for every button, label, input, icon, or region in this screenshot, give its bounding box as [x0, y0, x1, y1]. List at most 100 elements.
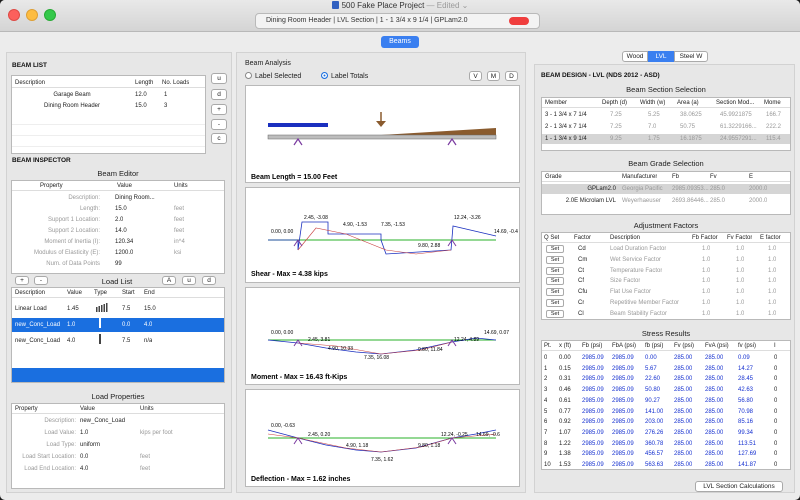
stress-row[interactable]: 4 0.61 2985.09 2985.09 90.27 285.00 285.00 56.8…	[542, 396, 790, 406]
zoom-window-button[interactable]	[44, 9, 56, 21]
load-row[interactable]: new_Conc_Load 4.0 7.5 n/a	[12, 334, 224, 348]
section-selection-table[interactable]: Member Depth (d) Width (w) Area (a) Sect…	[541, 97, 791, 151]
window-title-text: 500 Fake Place Project	[341, 1, 425, 10]
factor-row[interactable]: Set Cm Wet Service Factor 1.0 1.0 1.0	[542, 255, 790, 265]
load-row[interactable]: new_Conc_Load 1.0 0.0 4.0	[12, 318, 224, 332]
set-factor-button[interactable]: Set	[546, 309, 564, 318]
factor-code: Cr	[578, 300, 585, 306]
table-row[interactable]: Garage Beam 12.0 1	[12, 90, 205, 100]
property-row[interactable]: Support 2 Location: 14.0 feet	[12, 226, 224, 236]
beams-button[interactable]: Beams	[381, 36, 419, 48]
shear-toggle-button[interactable]: V	[469, 71, 482, 81]
load-list-table[interactable]: Description Value Type Start End Linear …	[11, 287, 225, 383]
property-row[interactable]: Support 1 Location: 2.0 feet	[12, 215, 224, 225]
load-down-button[interactable]: d	[202, 276, 216, 285]
design-panel: BEAM DESIGN - LVL (NDS 2012 - ASD) Beam …	[534, 64, 795, 493]
status-indicator	[509, 17, 529, 25]
grade-row[interactable]: 2.0E Microlam LVL Weyerhaeuser 2693.86446.…	[542, 196, 790, 206]
factor-row[interactable]: Set Cr Repetitive Member Factor 1.0 1.0 1.0	[542, 298, 790, 308]
set-factor-button[interactable]: Set	[546, 277, 564, 286]
factor-row[interactable]: Set Cf Size Factor 1.0 1.0 1.0	[542, 276, 790, 286]
col-description[interactable]: Description	[15, 78, 45, 87]
grade-row[interactable]: GPLam2.0 Georgia Pacific 2985.09353... 285.…	[542, 184, 790, 194]
load-properties-table[interactable]: Property Value Units Description: new_Con…	[11, 403, 225, 489]
stress-row[interactable]: 7 1.07 2985.09 2985.09 276.26 285.00 285.00 99.…	[542, 428, 790, 438]
table-row[interactable]: Dining Room Header 15.0 3	[12, 101, 205, 111]
stress-col-header: Pt.	[544, 343, 552, 349]
beam-loads: 1	[164, 92, 168, 98]
stress-cell: 0.61	[559, 397, 571, 404]
factor-row[interactable]: Set Ct Temperature Factor 1.0 1.0 1.0	[542, 266, 790, 276]
set-factor-button[interactable]: Set	[546, 299, 564, 307]
load-property-row[interactable]: Load End Location: 4.0 feet	[12, 464, 224, 474]
stress-row[interactable]: 1 0.15 2985.09 2985.09 5.67 285.00 285.00 14.27…	[542, 364, 790, 374]
copy-beam-button[interactable]: c	[211, 133, 227, 144]
stress-results-table[interactable]: Pt. x (ft) Fb (psi) FbA (psi) fb (psi) Fv (ps…	[541, 340, 791, 470]
load-start: 7.5	[122, 306, 131, 312]
moment-toggle-button[interactable]: M	[487, 71, 500, 81]
grade-name: GPLam2.0	[587, 186, 616, 192]
tab-lvl[interactable]: LVL	[648, 51, 674, 62]
label-selected-radio[interactable]: Label Selected	[245, 72, 301, 80]
beam-editor-table[interactable]: Property Value Units Description: Dining …	[11, 180, 225, 274]
stress-row[interactable]: 0 0.00 2985.09 2985.09 0.00 285.00 285.00 0.09 0	[542, 353, 790, 363]
factor-row[interactable]: Set Cfu Flat Use Factor 1.0 1.0 1.0	[542, 287, 790, 297]
load-property-row[interactable]: Description: new_Conc_Load	[12, 416, 224, 426]
set-factor-button[interactable]: Set	[546, 245, 564, 253]
stress-row[interactable]: 6 0.92 2985.09 2985.09 203.00 285.00 285.00 85.…	[542, 417, 790, 427]
stress-cell: 9	[544, 451, 548, 458]
property-row[interactable]: Moment of Inertia (I): 120.34 in^4	[12, 237, 224, 247]
lvl-section-calculations-button[interactable]: LVL Section Calculations	[695, 481, 783, 492]
factor-row[interactable]: Set Cl Beam Stability Factor 1.0 1.0 1.0	[542, 309, 790, 319]
property-row[interactable]: Description: Dining Room...	[12, 193, 224, 203]
section-row[interactable]: 1 - 1 3/4 x 9 1/4 9.25 1.75 16.1875 24.95572…	[542, 134, 790, 144]
stress-row[interactable]: 8 1.22 2985.09 2985.09 360.78 285.00 285.00 113…	[542, 439, 790, 449]
minimize-window-button[interactable]	[26, 9, 38, 21]
col-length[interactable]: Length	[135, 78, 153, 87]
add-load-button[interactable]: +	[15, 276, 29, 285]
stress-cell: 2985.09	[612, 408, 634, 415]
load-property-row[interactable]: Load Type: uniform	[12, 440, 224, 450]
load-all-button[interactable]: A	[162, 276, 176, 285]
section-row[interactable]: 3 - 1 3/4 x 7 1/4 7.25 5.25 38.0625 45.99218…	[542, 110, 790, 120]
set-factor-button[interactable]: Set	[546, 266, 564, 275]
stress-cell: 2985.09	[582, 462, 604, 468]
load-row-selected[interactable]	[12, 368, 224, 382]
stress-cell: 28.45	[738, 376, 754, 383]
move-down-button[interactable]: d	[211, 89, 227, 100]
section-row[interactable]: 2 - 1 3/4 x 7 1/4 7.25 7.0 50.75 61.3229166.…	[542, 122, 790, 132]
adjustment-factors-table[interactable]: Q Set Factor Description Fb Factor Fv Fa…	[541, 232, 791, 320]
tab-steel-w[interactable]: Steel W	[674, 51, 708, 62]
load-property-row[interactable]: Load Value: 1.0 kips per foot	[12, 428, 224, 438]
stress-cell: 203.00	[645, 419, 664, 426]
set-factor-button[interactable]: Set	[546, 288, 564, 297]
close-window-button[interactable]	[8, 9, 20, 21]
stress-row[interactable]: 2 0.31 2985.09 2985.09 22.60 285.00 285.00 28.4…	[542, 374, 790, 384]
beam-list-table[interactable]: Description Length No. Loads Garage Beam…	[11, 75, 206, 154]
col-loads[interactable]: No. Loads	[162, 78, 189, 87]
property-row[interactable]: Modulus of Elasticity (E): 1200.0 ksi	[12, 248, 224, 258]
stress-cell: 285.00	[705, 419, 724, 426]
load-property-row[interactable]: Load Start Location: 0.0 feet	[12, 452, 224, 462]
load-row[interactable]: Linear Load 1.45 7.5 15.0	[12, 302, 224, 316]
load-up-button[interactable]: u	[182, 276, 196, 285]
tab-wood[interactable]: Wood	[622, 51, 648, 62]
stress-row[interactable]: 5 0.77 2985.09 2985.09 141.00 285.00 285.00 70.…	[542, 407, 790, 417]
property-row[interactable]: Num. of Data Points 99	[12, 259, 224, 269]
property-row[interactable]: Length: 15.0 feet	[12, 204, 224, 214]
set-factor-button[interactable]: Set	[546, 255, 564, 264]
add-beam-button[interactable]: +	[211, 104, 227, 115]
deflection-toggle-button[interactable]: D	[505, 71, 518, 81]
col-property: Property	[15, 406, 38, 412]
remove-beam-button[interactable]: -	[211, 119, 227, 130]
move-up-button[interactable]: u	[211, 73, 227, 84]
grade-selection-table[interactable]: Grade Manufacturer Fb Fv E GPLam2.0 Georg…	[541, 171, 791, 215]
factor-row[interactable]: Set Cd Load Duration Factor 1.0 1.0 1.0	[542, 244, 790, 254]
stress-row[interactable]: 3 0.46 2985.09 2985.09 50.80 285.00 285.00 42.6…	[542, 385, 790, 395]
stress-row[interactable]: 9 1.38 2985.09 2985.09 456.57 285.00 285.00 127…	[542, 449, 790, 459]
stress-cell: 285.00	[705, 451, 724, 458]
remove-load-button[interactable]: -	[34, 276, 48, 285]
edited-indicator[interactable]: — Edited ⌄	[424, 1, 469, 10]
label-totals-radio[interactable]: Label Totals	[321, 72, 368, 80]
stress-row[interactable]: 10 1.53 2985.09 2985.09 563.63 285.00 285.00 14…	[542, 460, 790, 469]
